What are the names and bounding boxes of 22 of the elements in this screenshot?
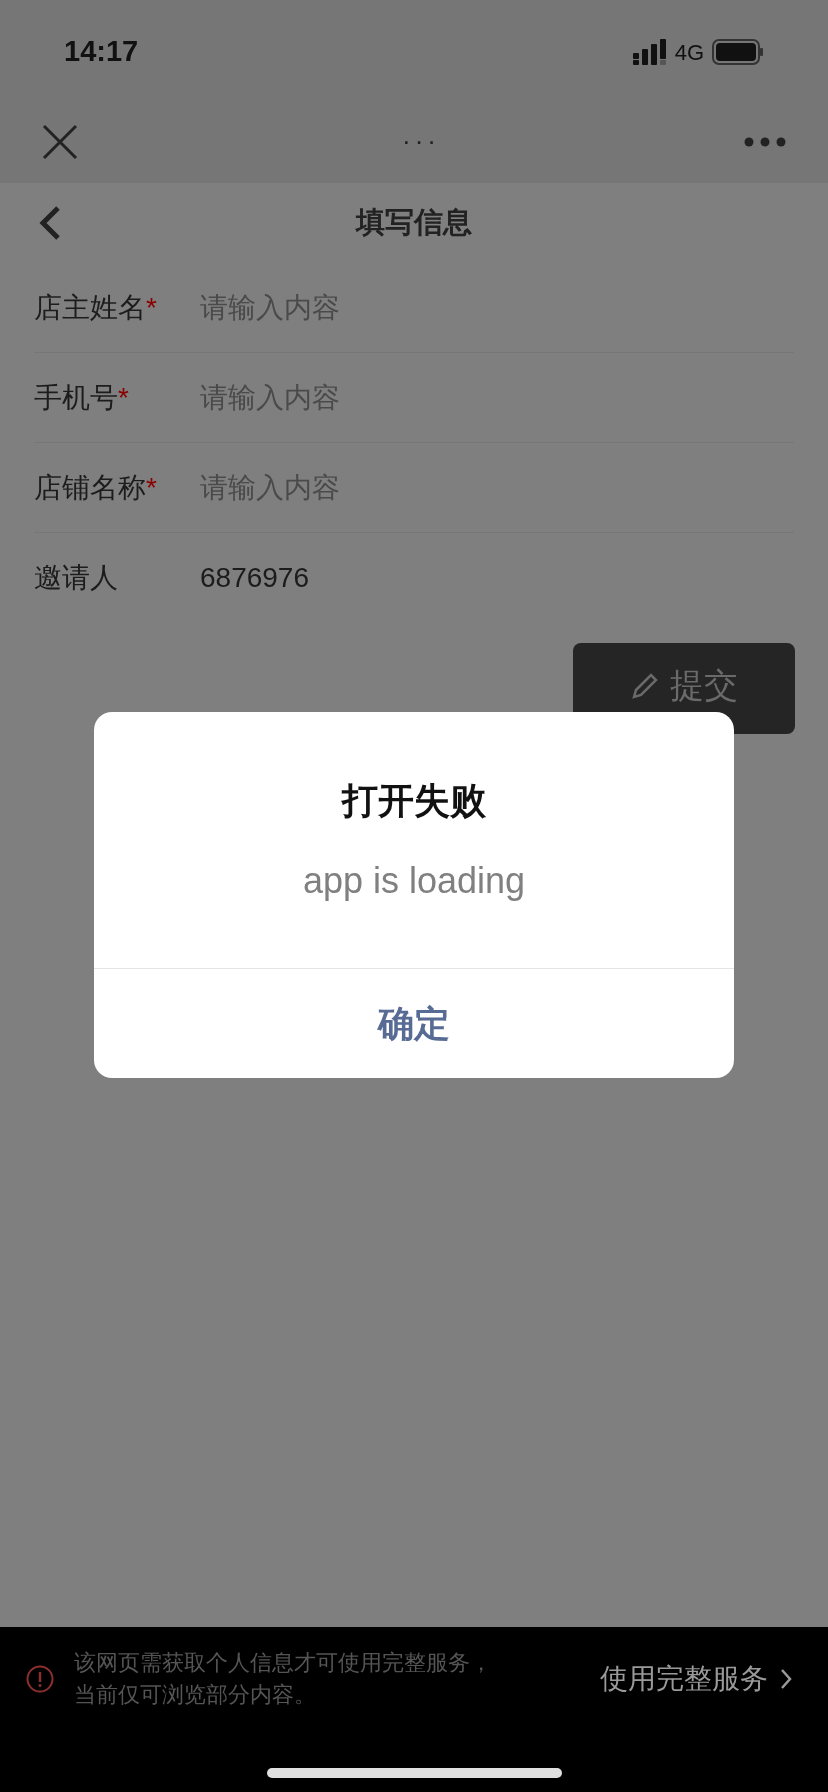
more-icon[interactable] bbox=[744, 136, 786, 147]
back-icon[interactable] bbox=[38, 205, 62, 241]
close-icon[interactable] bbox=[42, 123, 78, 160]
input-field[interactable]: 6876976 bbox=[200, 557, 794, 599]
chevron-icon bbox=[780, 1668, 792, 1690]
dialog-title: 打开失败 bbox=[342, 779, 486, 823]
warning-icon bbox=[26, 1665, 54, 1693]
nav-title: ··· bbox=[402, 125, 440, 158]
notice-text: 当前仅可浏览部分内容。 bbox=[74, 1681, 317, 1709]
network-label: 4G bbox=[674, 38, 704, 67]
dialog-message: app is loading bbox=[302, 859, 526, 903]
field-label: 手机号* bbox=[34, 380, 130, 415]
field-label: 店主姓名* bbox=[34, 290, 158, 325]
notice-text: 该网页需获取个人信息才可使用完整服务， bbox=[74, 1649, 493, 1677]
full-service-link[interactable]: 使用完整服务 bbox=[600, 1658, 792, 1700]
field-label: 店铺名称* bbox=[34, 470, 158, 505]
confirm-button[interactable]: 确定 bbox=[94, 968, 734, 1078]
signal-icon bbox=[632, 39, 667, 65]
status-time: 14:17 bbox=[64, 34, 139, 70]
page-title: 填写信息 bbox=[356, 205, 472, 241]
field-label: 邀请人 bbox=[34, 561, 119, 595]
battery-icon bbox=[712, 39, 764, 65]
